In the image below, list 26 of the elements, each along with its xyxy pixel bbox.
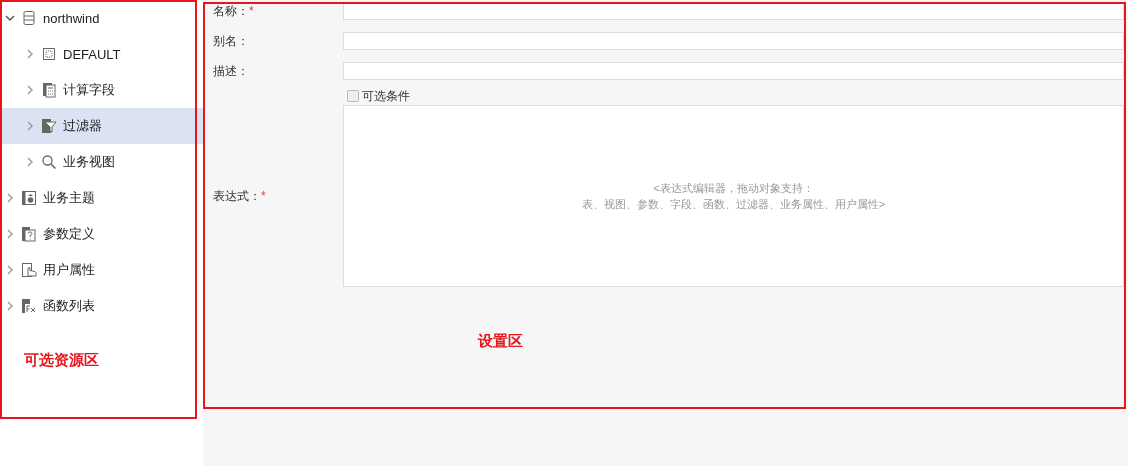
annotation-label: 设置区 — [478, 332, 523, 351]
annotation-label: 可选资源区 — [24, 351, 99, 370]
required-mark: * — [261, 188, 266, 203]
field-label: 描述： — [213, 63, 249, 78]
tree-item[interactable]: 业务视图 — [0, 144, 203, 180]
required-mark: * — [249, 3, 254, 18]
tree-item[interactable]: 计算字段 — [0, 72, 203, 108]
tree-item[interactable]: 业务主题 — [0, 180, 203, 216]
tree-item[interactable]: 参数定义 — [0, 216, 203, 252]
checkbox[interactable] — [347, 90, 359, 102]
funnel-icon — [41, 118, 57, 134]
tree-item[interactable]: 用户属性 — [0, 252, 203, 288]
placeholder-text: 表、视图、参数、字段、函数、过滤器、业务属性、用户属性> — [581, 197, 886, 212]
input-field[interactable] — [343, 62, 1124, 80]
hand-icon — [21, 262, 37, 278]
input-field[interactable] — [343, 32, 1124, 50]
placeholder-text: <表达式编辑器，拖动对象支持： — [653, 181, 814, 196]
search-icon — [41, 154, 57, 170]
tree-item[interactable]: DEFAULT — [0, 36, 203, 72]
tree-item[interactable]: 函数列表 — [0, 288, 203, 324]
checkbox-label: 可选条件 — [362, 87, 410, 105]
field-label: 别名： — [213, 33, 249, 48]
tree-item[interactable]: northwind — [0, 0, 203, 36]
field-label: 名称： — [213, 3, 249, 18]
field-label: 表达式： — [213, 188, 261, 203]
tree-item[interactable]: 过滤器 — [0, 108, 203, 144]
